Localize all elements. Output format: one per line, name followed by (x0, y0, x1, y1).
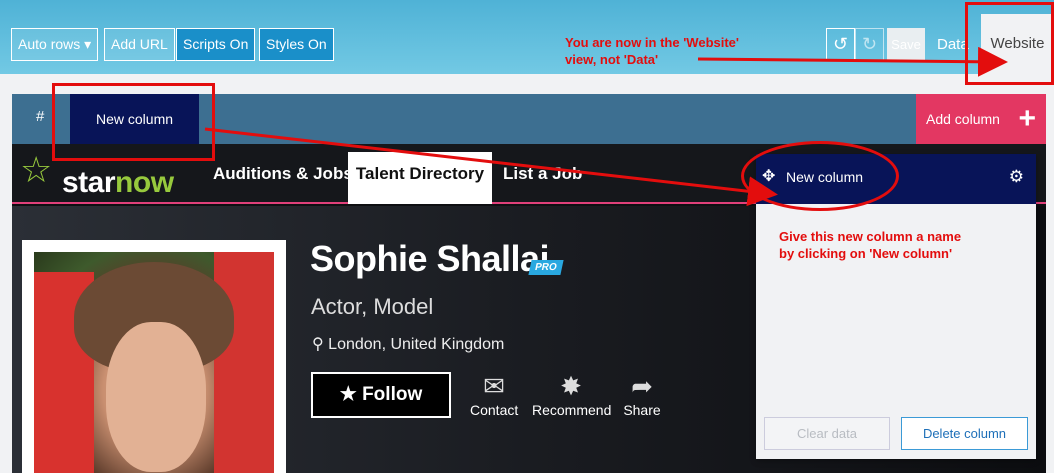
annotation-arrows (204, 46, 1008, 207)
arrow-to-website-tab (697, 46, 1008, 77)
arrow-to-panel-header (204, 127, 778, 207)
